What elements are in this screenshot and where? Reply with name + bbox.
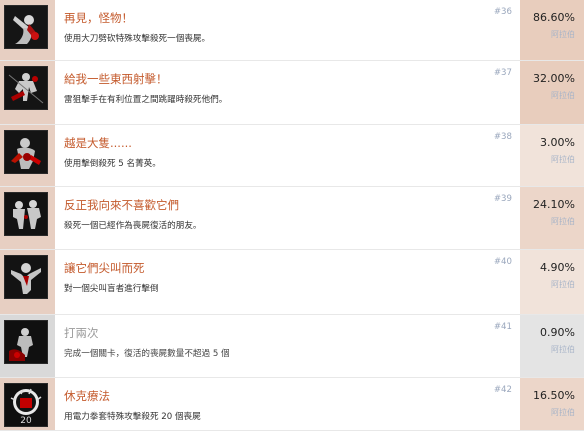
unlock-percent: 86.60% [533,11,575,24]
achievement-row[interactable]: 反正我向來不喜歡它們殺死一個已經作為喪屍復活的朋友。 #39 24.10% 阿拉伯 [0,187,584,250]
achievement-description: 用電力拳套特殊攻擊殺死 20 個喪屍 [64,412,201,422]
achievement-number: #38 [493,132,512,142]
unlock-percent: 0.90% [540,326,575,339]
achievement-icon-cell [0,250,55,315]
achievement-body: 越是大隻...... 使用擊倒殺死 5 名菁英。 #38 [55,125,520,187]
achievement-description: 使用大刀劈砍特殊攻擊殺死一個喪屍。 [64,34,211,44]
achievement-title: 讓它們尖叫而死 [64,261,145,275]
achievement-icon-cell [0,187,55,250]
achievement-title: 休克療法 [64,389,110,403]
achievement-body: 打兩次完成一個關卡，復活的喪屍數量不超過 5 個 #41 [55,315,520,378]
unlock-percent-cell: 86.60% 阿拉伯 [520,0,584,61]
achievement-description: 對一個尖叫盲者進行擊倒 [64,284,159,294]
unlock-percent-caption: 阿拉伯 [551,155,575,164]
achievement-row[interactable]: 給我一些東西射擊！ 雷狙擊手在有利位置之間跳躍時殺死他們。 #37 32.00% 阿拉伯 [0,61,584,125]
unlock-percent: 16.50% [533,389,575,402]
unlock-percent-caption: 阿拉伯 [551,408,575,417]
achievement-description: 使用擊倒殺死 5 名菁英。 [64,159,161,169]
achievement-description: 雷狙擊手在有利位置之間跳躍時殺死他們。 [64,95,228,105]
achievement-body: 再見，怪物！ 使用大刀劈砍特殊攻擊殺死一個喪屍。 #36 [55,0,520,61]
achievement-icon-cell [0,61,55,125]
double-tap-icon [4,320,48,364]
achievement-title: 打兩次 [64,326,99,340]
achievement-number: #40 [493,257,512,267]
achievement-body: 讓它們尖叫而死對一個尖叫盲者進行擊倒 #40 [55,250,520,315]
unlock-percent-caption: 阿拉伯 [551,217,575,226]
achievement-body: 休克療法用電力拳套特殊攻擊殺死 20 個喪屍 #42 [55,378,520,431]
achievement-number: #42 [493,385,512,395]
unlock-percent-cell: 24.10% 阿拉伯 [520,187,584,250]
achievement-icon-cell [0,315,55,378]
cleaver-zombie-icon [4,5,48,49]
unlock-percent: 4.90% [540,261,575,274]
unlock-percent-caption: 阿拉伯 [551,280,575,289]
shock-fist-icon: 20 [4,383,48,427]
achievement-number: #39 [493,194,512,204]
sniper-target-icon [4,66,48,110]
unlock-percent: 24.10% [533,198,575,211]
zombified-friend-icon [4,192,48,236]
achievement-description: 殺死一個已經作為喪屍復活的朋友。 [64,221,202,231]
achievement-title: 越是大隻...... [64,136,132,150]
achievement-description: 完成一個關卡，復活的喪屍數量不超過 5 個 [64,349,230,359]
unlock-percent: 32.00% [533,72,575,85]
achievement-icon-cell [0,125,55,187]
achievement-body: 給我一些東西射擊！ 雷狙擊手在有利位置之間跳躍時殺死他們。 #37 [55,61,520,125]
unlock-percent-cell: 32.00% 阿拉伯 [520,61,584,125]
unlock-percent-cell: 16.50% 阿拉伯 [520,378,584,431]
achievement-number: #37 [493,68,512,78]
achievement-icon-cell [0,0,55,61]
unlock-percent-caption: 阿拉伯 [551,345,575,354]
achievement-title: 反正我向來不喜歡它們 [64,198,179,212]
achievement-title: 給我一些東西射擊！ [64,72,168,86]
unlock-percent: 3.00% [540,136,575,149]
unlock-percent-cell: 3.00% 阿拉伯 [520,125,584,187]
achievement-row[interactable]: 越是大隻...... 使用擊倒殺死 5 名菁英。 #38 3.00% 阿拉伯 [0,125,584,187]
achievement-number: #41 [493,322,512,332]
achievement-row[interactable]: 讓它們尖叫而死對一個尖叫盲者進行擊倒 #40 4.90% 阿拉伯 [0,250,584,315]
unlock-percent-caption: 阿拉伯 [551,91,575,100]
achievement-row[interactable]: 再見，怪物！ 使用大刀劈砍特殊攻擊殺死一個喪屍。 #36 86.60% 阿拉伯 [0,0,584,61]
achievement-title: 再見，怪物！ [64,11,133,25]
achievement-number: #36 [493,7,512,17]
elite-kill-icon [4,130,48,174]
svg-text:20: 20 [20,416,32,426]
achievement-row[interactable]: 20 休克療法用電力拳套特殊攻擊殺死 20 個喪屍 #42 16.50% 阿拉伯 [0,378,584,431]
unlock-percent-cell: 0.90% 阿拉伯 [520,315,584,378]
achievement-body: 反正我向來不喜歡它們殺死一個已經作為喪屍復活的朋友。 #39 [55,187,520,250]
achievement-icon-cell: 20 [0,378,55,431]
screamer-icon [4,255,48,299]
unlock-percent-caption: 阿拉伯 [551,30,575,39]
achievement-row[interactable]: 打兩次完成一個關卡，復活的喪屍數量不超過 5 個 #41 0.90% 阿拉伯 [0,315,584,378]
unlock-percent-cell: 4.90% 阿拉伯 [520,250,584,315]
